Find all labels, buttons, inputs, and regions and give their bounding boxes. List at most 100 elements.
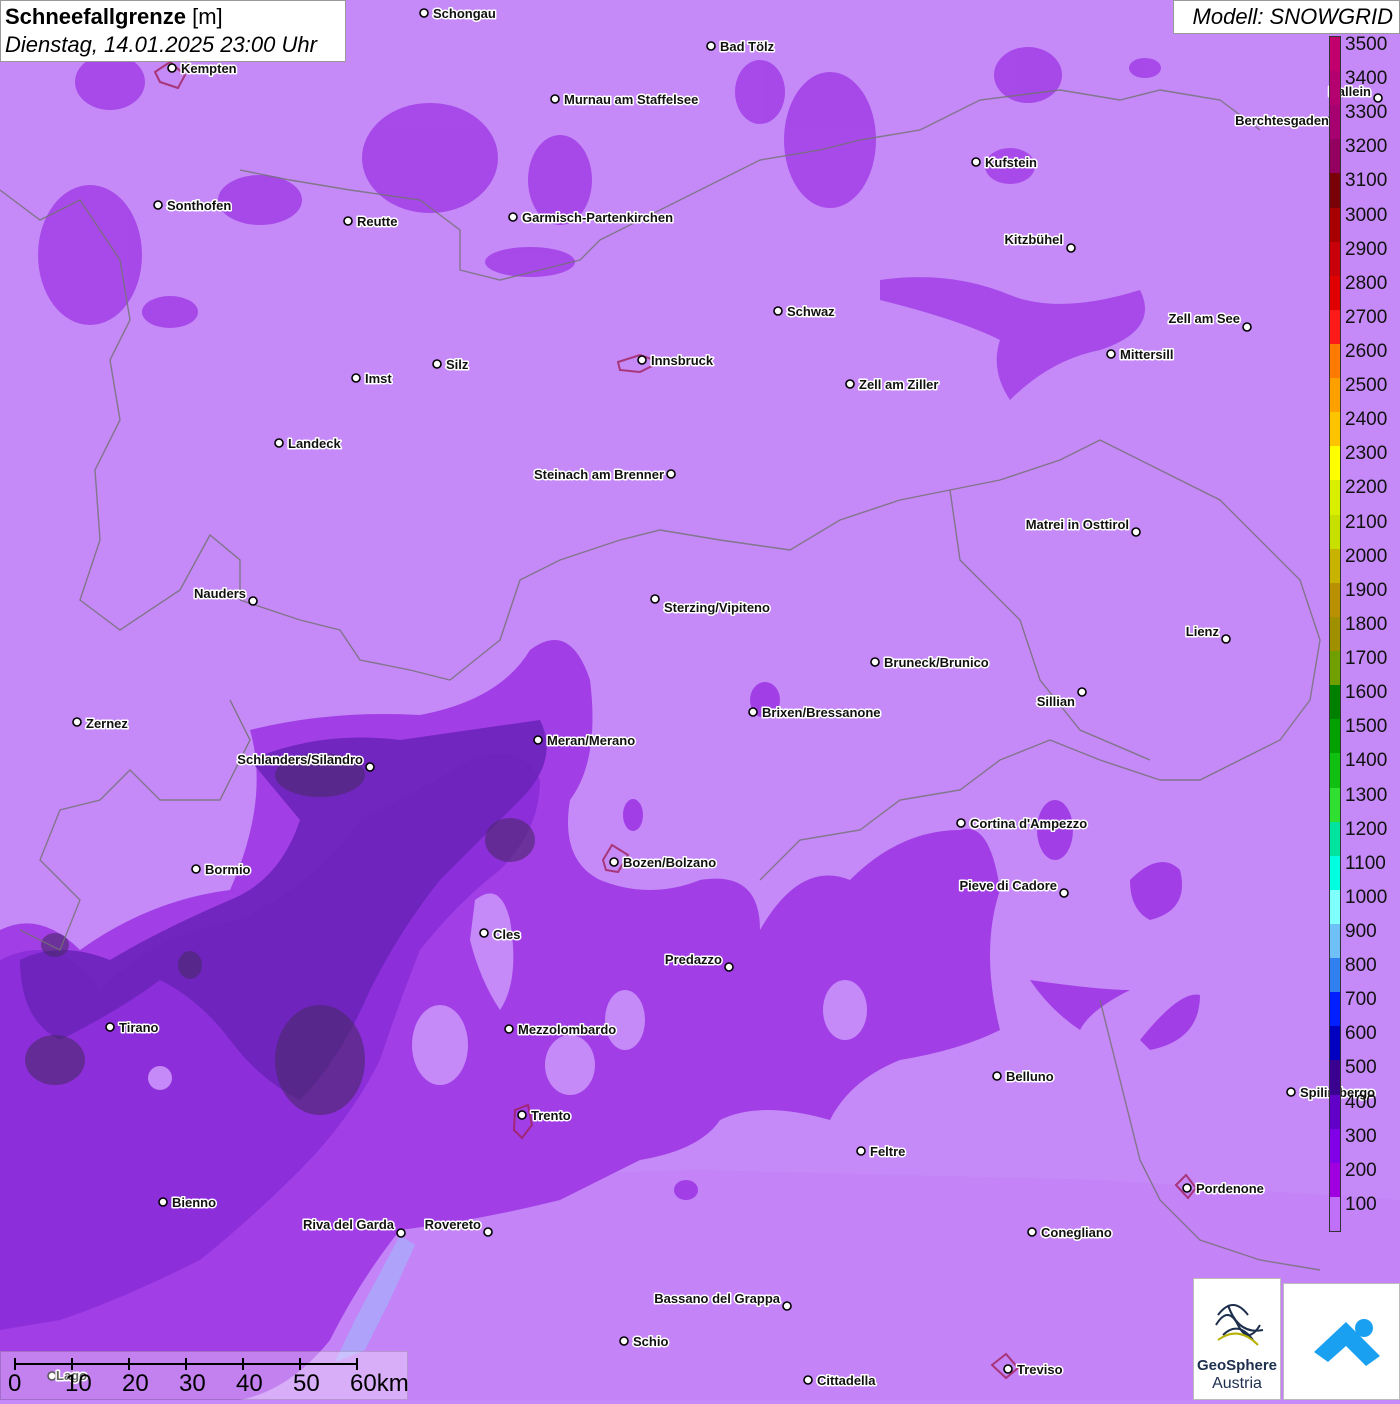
city-label: Schongau (433, 6, 496, 21)
city-dot-icon (845, 379, 855, 389)
legend-color-cell (1330, 1094, 1340, 1130)
city-dot-icon (419, 8, 429, 18)
map-date: Dienstag, 14.01.2025 23:00 Uhr (5, 32, 317, 57)
city-label: Predazzo (665, 952, 722, 967)
title-unit: [m] (192, 4, 223, 29)
city-dot-icon (1242, 322, 1252, 332)
city-dot-icon (504, 1024, 514, 1034)
legend-label: 3200 (1345, 136, 1388, 158)
city-label: Schio (633, 1334, 668, 1349)
legend-label: 3100 (1345, 170, 1388, 192)
legend-color-cell (1330, 616, 1340, 652)
legend-label: 700 (1345, 989, 1377, 1011)
legend-color-cell (1330, 105, 1340, 140)
legend-label: 3500 (1345, 34, 1388, 55)
city-label: Lienz (1186, 624, 1220, 639)
city-marker: Pordenone (1182, 1180, 1265, 1198)
legend-label: 2600 (1345, 341, 1388, 363)
city-dot-icon (396, 1228, 406, 1238)
app-mountain-icon (1314, 1319, 1380, 1366)
city-label: Sterzing/Vipiteno (664, 600, 770, 615)
legend-label: 300 (1345, 1125, 1377, 1147)
city-marker: Steinach am Brenner (532, 466, 676, 484)
scale-tick-label: 10 (65, 1370, 92, 1397)
city-label: Landeck (288, 436, 342, 451)
city-dot-icon (351, 373, 361, 383)
legend-color-cell (1330, 1162, 1340, 1198)
city-dot-icon (508, 212, 518, 222)
city-label: Bruneck/Brunico (884, 655, 989, 670)
city-label: Mezzolombardo (518, 1022, 616, 1037)
legend-color-cell (1330, 582, 1340, 618)
legend-color-cell (1330, 719, 1340, 754)
legend-label: 100 (1345, 1193, 1377, 1215)
legend-label: 3400 (1345, 68, 1388, 90)
legend-label: 1500 (1345, 716, 1388, 738)
city-label: Murnau am Staffelsee (564, 92, 698, 107)
city-dot-icon (72, 717, 82, 727)
city-marker: Bruneck/Brunico (870, 654, 990, 672)
legend-label: 1200 (1345, 818, 1388, 840)
city-dot-icon (706, 41, 716, 51)
city-dot-icon (803, 1375, 813, 1385)
city-dot-icon (782, 1301, 792, 1311)
city-label: Silz (446, 357, 469, 372)
city-marker: Cortina d'Ampezzo (956, 815, 1089, 833)
legend-label: 2900 (1345, 238, 1388, 260)
legend-color-cell (1330, 753, 1340, 788)
city-dot-icon (550, 94, 560, 104)
city-label: Trento (531, 1108, 571, 1123)
city-label: Cles (493, 927, 520, 942)
city-label: Treviso (1017, 1362, 1063, 1377)
legend-label: 2200 (1345, 477, 1388, 499)
city-label: Cortina d'Ampezzo (970, 816, 1087, 831)
legend-label: 1100 (1345, 852, 1386, 874)
scale-bar: 0 10 20 30 40 50 60km (0, 1351, 409, 1400)
legend-color-cell (1330, 821, 1340, 857)
city-dot-icon (153, 200, 163, 210)
legend-color-cell (1330, 1026, 1340, 1061)
legend-label: 500 (1345, 1057, 1377, 1079)
legend-color-cell (1330, 173, 1340, 209)
legend-label: 2300 (1345, 443, 1388, 465)
city-dot-icon (343, 216, 353, 226)
city-dot-icon (274, 438, 284, 448)
color-legend-labels: 3500 3400 3300 3200 3100 3000 2900 2800 2700 2600… (1343, 34, 1400, 1232)
city-label: Conegliano (1041, 1225, 1112, 1240)
legend-color-cell (1330, 1196, 1340, 1232)
city-dot-icon (167, 63, 177, 73)
city-dot-icon (1221, 634, 1231, 644)
legend-color-cell (1330, 889, 1340, 925)
city-label: Zell am See (1168, 311, 1240, 326)
legend-color-cell (1330, 958, 1340, 993)
city-label: Bormio (205, 862, 251, 877)
legend-color-cell (1330, 446, 1340, 481)
city-label: Pordenone (1196, 1181, 1264, 1196)
legend-color-cell (1330, 1060, 1340, 1096)
city-label: Brixen/Bressanone (762, 705, 881, 720)
city-dot-icon (105, 1022, 115, 1032)
legend-label: 1600 (1345, 682, 1388, 704)
legend-color-cell (1330, 685, 1340, 720)
app-logo (1283, 1283, 1400, 1400)
city-dot-icon (1077, 687, 1087, 697)
legend-label: 1800 (1345, 613, 1388, 635)
city-marker: Meran/Merano (533, 732, 637, 750)
city-dot-icon (1066, 243, 1076, 253)
city-label: Pieve di Cadore (959, 878, 1057, 893)
city-label: Garmisch-Partenkirchen (522, 210, 673, 225)
city-dot-icon (1003, 1364, 1013, 1374)
city-marker: Murnau am Staffelsee (550, 91, 700, 109)
city-dot-icon (1027, 1227, 1037, 1237)
legend-label: 2000 (1345, 545, 1388, 567)
city-dot-icon (533, 735, 543, 745)
city-label: Sillian (1037, 694, 1075, 709)
city-marker: Mezzolombardo (504, 1021, 618, 1039)
city-dot-icon (479, 928, 489, 938)
legend-color-cell (1330, 787, 1340, 823)
map-title-box: Schneefallgrenze [m] Dienstag, 14.01.202… (0, 0, 346, 62)
city-dot-icon (971, 157, 981, 167)
city-label: Zernez (86, 716, 128, 731)
city-label: Schwaz (787, 304, 835, 319)
city-marker: Bozen/Bolzano (609, 854, 718, 872)
